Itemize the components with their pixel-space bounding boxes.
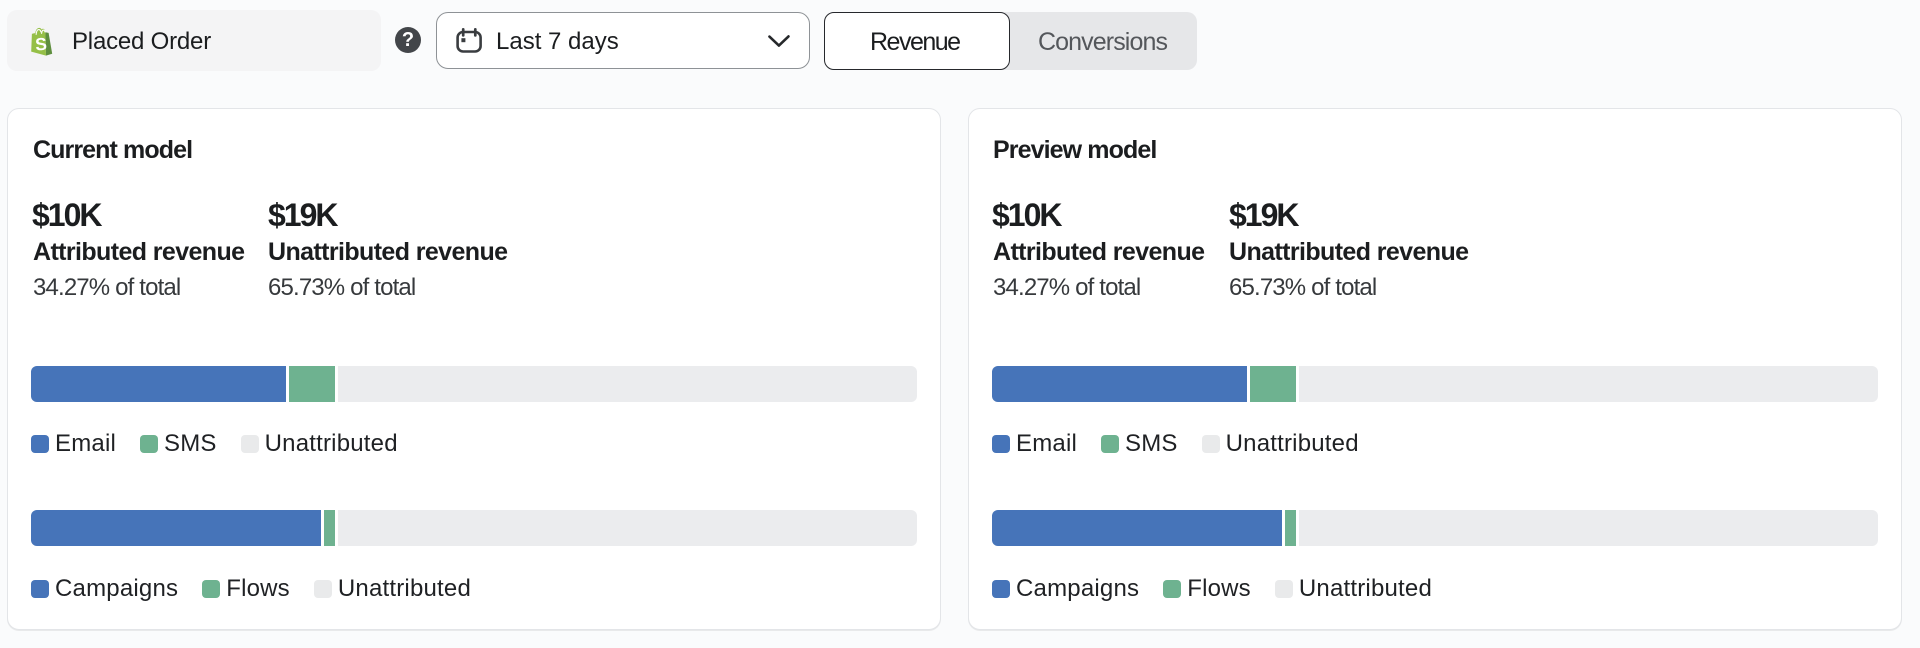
svg-text:S: S (34, 34, 47, 55)
